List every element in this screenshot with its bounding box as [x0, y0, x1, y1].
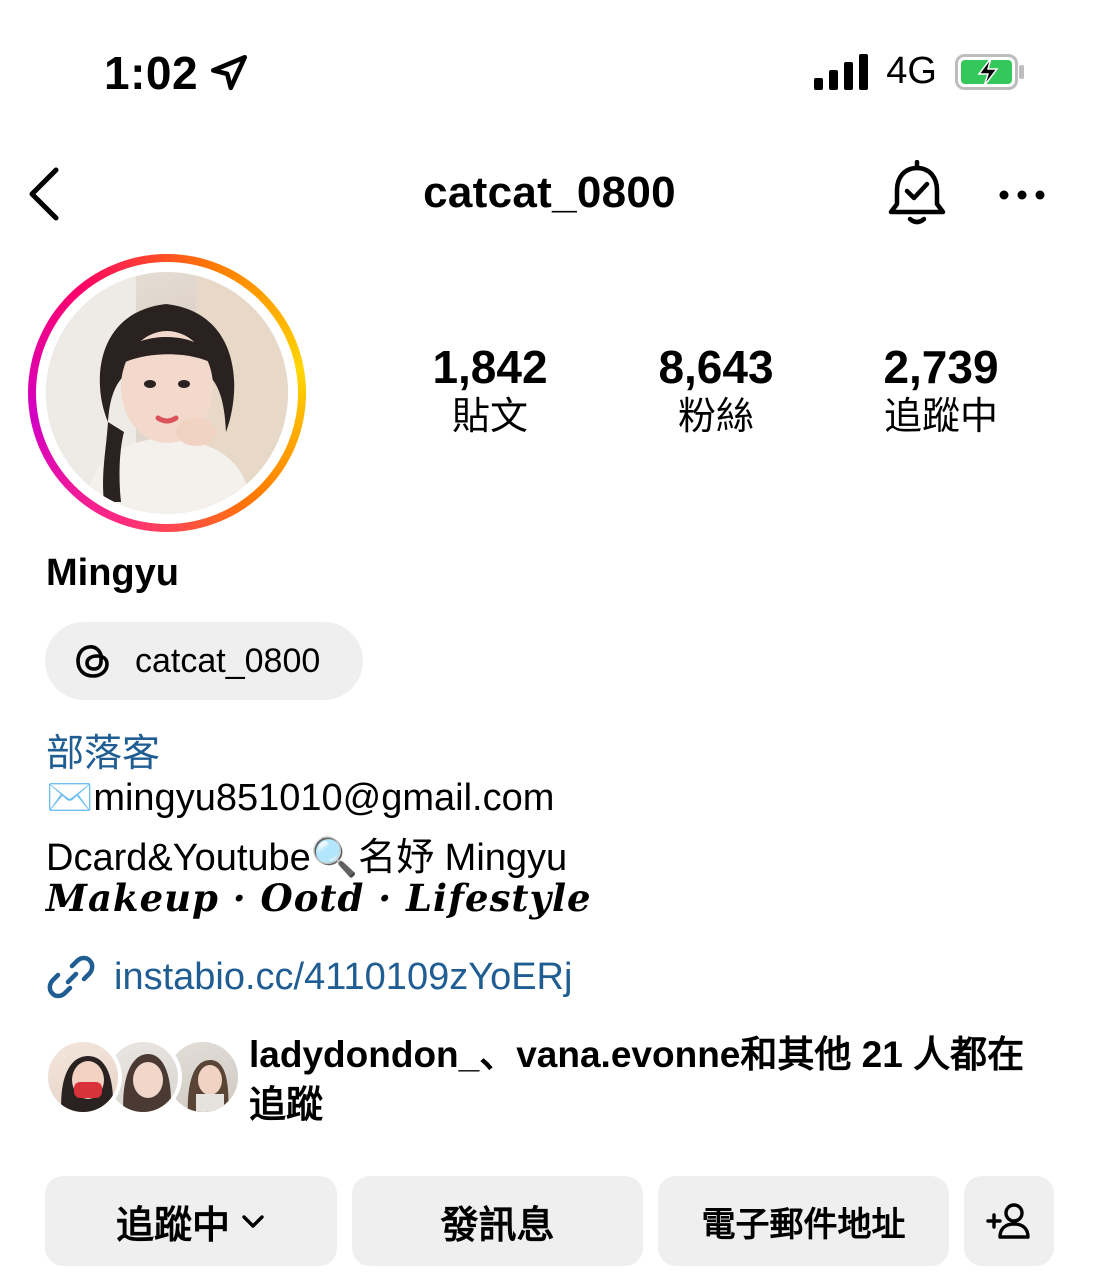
bell-check-icon[interactable]: [884, 160, 950, 228]
stat-posts-value: 1,842: [432, 341, 548, 393]
location-arrow-icon: [211, 54, 248, 91]
stat-posts[interactable]: 1,842 貼文: [390, 340, 590, 440]
magnifier-icon: 🔍: [310, 837, 359, 879]
stat-following-value: 2,739: [883, 341, 999, 393]
more-horizontal-icon[interactable]: [996, 180, 1048, 210]
stat-followers[interactable]: 8,643 粉絲: [616, 340, 816, 440]
stat-followers-value: 8,643: [658, 341, 774, 393]
add-person-icon: [986, 1203, 1030, 1239]
bio-email: mingyu851010@gmail.com: [93, 777, 555, 819]
threads-badge[interactable]: catcat_0800: [45, 622, 363, 700]
email-button[interactable]: 電子郵件地址: [658, 1176, 949, 1266]
following-button-label: 追蹤中: [115, 1204, 230, 1247]
email-button-label: 電子郵件地址: [701, 1205, 906, 1244]
suggested-users-button[interactable]: [964, 1176, 1054, 1266]
bio-channels-suffix: 名妤 Mingyu: [358, 837, 568, 879]
bio-channels-line: Dcard&Youtube🔍名妤 Mingyu: [46, 826, 567, 881]
following-button[interactable]: 追蹤中: [45, 1176, 337, 1266]
status-indicators: 4G: [814, 50, 1025, 93]
link-icon: [47, 955, 95, 999]
bio-channels-prefix: Dcard&Youtube: [46, 837, 311, 879]
followed-by-names: ladydondon_、vana.evonne: [249, 1034, 741, 1075]
message-button[interactable]: 發訊息: [352, 1176, 643, 1266]
stat-followers-label: 粉絲: [677, 396, 754, 438]
profile-category: 部落客: [46, 733, 161, 775]
battery-charging-icon: [955, 53, 1024, 90]
followed-by-text: ladydondon_、vana.evonne和其他 21 人都在追蹤: [249, 1030, 1049, 1130]
time-text: 1:02: [104, 47, 199, 99]
status-time: 1:02: [104, 46, 250, 100]
envelope-icon: ✉️: [46, 777, 94, 819]
chevron-down-icon: [242, 1215, 264, 1228]
display-name: Mingyu: [46, 552, 179, 594]
threads-icon: [76, 645, 109, 678]
profile-avatar[interactable]: [28, 254, 306, 532]
stat-posts-label: 貼文: [451, 396, 528, 438]
bio-email-line: ✉️mingyu851010@gmail.com: [46, 776, 554, 820]
bio-link[interactable]: instabio.cc/4110109zYoERj: [46, 952, 572, 1002]
mutual-avatar: [44, 1038, 122, 1116]
cellular-signal-icon: [814, 53, 869, 90]
avatar-photo: [46, 272, 288, 514]
network-type: 4G: [886, 50, 937, 92]
bio-tagline: Makeup · Ootd · Lifestyle: [46, 876, 592, 920]
threads-handle: catcat_0800: [135, 641, 321, 680]
followed-by[interactable]: ladydondon_、vana.evonne和其他 21 人都在追蹤: [44, 1030, 1044, 1130]
stat-following[interactable]: 2,739 追蹤中: [841, 340, 1041, 440]
bio-link-text: instabio.cc/4110109zYoERj: [114, 955, 573, 998]
stat-following-label: 追蹤中: [883, 396, 998, 438]
message-button-label: 發訊息: [440, 1204, 555, 1247]
